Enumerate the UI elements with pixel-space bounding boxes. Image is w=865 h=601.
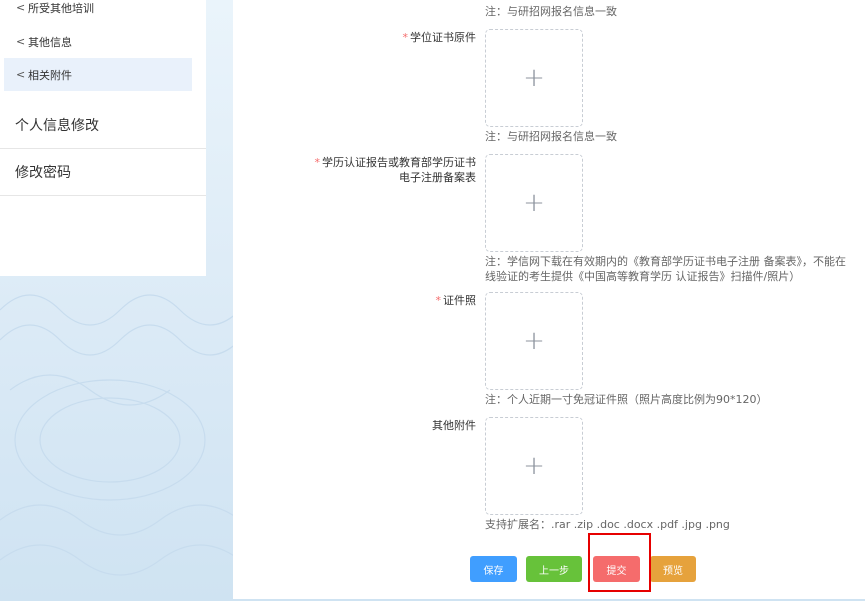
field-label-degree-certificate: * 学位证书原件 — [403, 30, 477, 45]
background-pattern — [0, 294, 233, 576]
sidebar: < 所受其他培训 < 其他信息 < 相关附件 个人信息修改 修改密码 — [0, 0, 206, 276]
field-label-education-report: * 学历认证报告或教育部学历证书 电子注册备案表 — [315, 155, 477, 185]
required-mark: * — [402, 31, 409, 44]
plus-icon: + — [523, 326, 545, 356]
label-text: 其他附件 — [432, 419, 476, 432]
sidebar-item-training[interactable]: < 所受其他培训 — [4, 0, 192, 24]
note-line: 线验证的考生提供《中国高等教育学历 认证报告》扫描件/照片） — [485, 270, 801, 283]
plus-icon: + — [523, 63, 545, 93]
chevron-left-icon: < — [16, 68, 26, 81]
sidebar-item-attachments[interactable]: < 相关附件 — [4, 58, 192, 91]
upload-degree-certificate[interactable]: + — [485, 29, 583, 127]
plus-icon: + — [523, 451, 545, 481]
note-line: 注：学信网下载在有效期内的《教育部学历证书电子注册 备案表》，不能在 — [485, 255, 846, 268]
field-note: 注：学信网下载在有效期内的《教育部学历证书电子注册 备案表》，不能在 线验证的考… — [485, 254, 846, 284]
preview-button[interactable]: 预览 — [650, 556, 696, 582]
plus-icon: + — [523, 188, 545, 218]
sidebar-item-change-password[interactable]: 修改密码 — [0, 149, 206, 196]
field-note: 注：与研招网报名信息一致 — [485, 130, 617, 143]
previous-step-button[interactable]: 上一步 — [526, 556, 582, 582]
sidebar-item-label: 其他信息 — [28, 35, 72, 49]
sidebar-item-label: 所受其他培训 — [28, 1, 94, 15]
chevron-left-icon: < — [16, 35, 26, 48]
required-mark: * — [314, 156, 321, 169]
chevron-left-icon: < — [16, 1, 26, 14]
field-label-id-photo: * 证件照 — [436, 293, 477, 308]
upload-education-report[interactable]: + — [485, 154, 583, 252]
field-note: 注：与研招网报名信息一致 — [485, 5, 617, 18]
form-panel: 注：与研招网报名信息一致 * 学位证书原件 + 注：与研招网报名信息一致 * 学历认… — [233, 0, 865, 599]
required-mark: * — [435, 294, 442, 307]
save-button[interactable]: 保存 — [470, 556, 517, 582]
label-text: 证件照 — [443, 294, 476, 307]
label-text: 电子注册备案表 — [399, 171, 476, 184]
sidebar-item-edit-profile[interactable]: 个人信息修改 — [0, 102, 206, 149]
sidebar-item-other-info[interactable]: < 其他信息 — [4, 25, 192, 58]
sidebar-item-label: 相关附件 — [28, 68, 72, 82]
sidebar-item-label: 修改密码 — [15, 165, 71, 181]
sidebar-item-label: 个人信息修改 — [15, 118, 99, 134]
label-text: 学历认证报告或教育部学历证书 — [322, 156, 476, 169]
upload-other-attachments[interactable]: + — [485, 417, 583, 515]
highlight-box — [588, 533, 651, 592]
label-text: 学位证书原件 — [410, 31, 476, 44]
upload-id-photo[interactable]: + — [485, 292, 583, 390]
field-note: 支持扩展名：.rar .zip .doc .docx .pdf .jpg .pn… — [485, 518, 730, 531]
field-note: 注：个人近期一寸免冠证件照（照片高度比例为90*120） — [485, 393, 768, 406]
field-label-other-attachments: 其他附件 — [432, 418, 476, 433]
